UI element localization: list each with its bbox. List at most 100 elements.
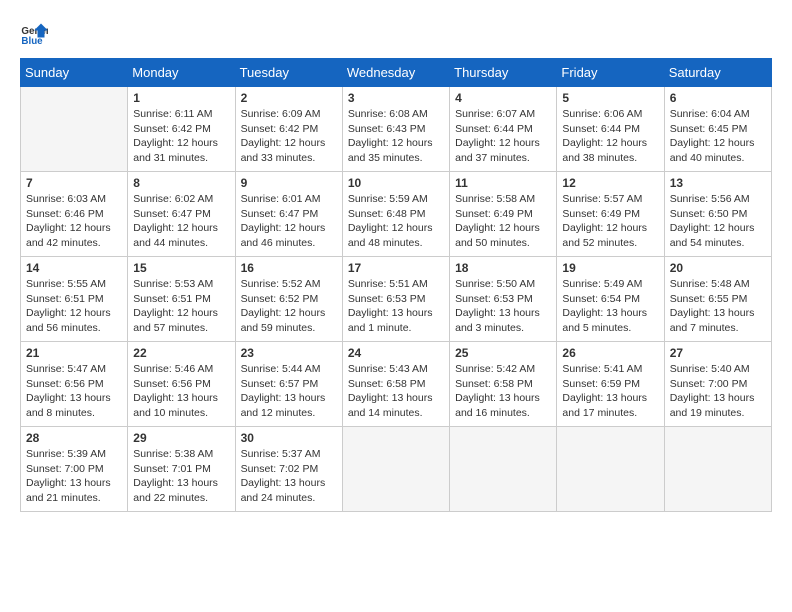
day-info: Sunrise: 6:01 AM Sunset: 6:47 PM Dayligh…: [241, 192, 337, 251]
day-cell: 5Sunrise: 6:06 AM Sunset: 6:44 PM Daylig…: [557, 87, 664, 172]
day-cell: [21, 87, 128, 172]
day-info: Sunrise: 5:59 AM Sunset: 6:48 PM Dayligh…: [348, 192, 444, 251]
day-cell: [450, 427, 557, 512]
day-cell: [342, 427, 449, 512]
weekday-friday: Friday: [557, 59, 664, 87]
logo-icon: General Blue: [20, 20, 48, 48]
day-cell: 13 Sunrise: 5:56 AM Sunset: 6:50 PM Dayli…: [664, 172, 771, 257]
day-info: Sunrise: 5:39 AM Sunset: 7:00 PM Dayligh…: [26, 447, 122, 506]
day-info: Sunrise: 5:43 AM Sunset: 6:58 PM Dayligh…: [348, 362, 444, 421]
day-number: 27: [670, 346, 766, 360]
day-info: Sunrise: 6:09 AM Sunset: 6:42 PM Dayligh…: [241, 107, 337, 166]
day-info: Sunrise: 5:50 AM Sunset: 6:53 PM Dayligh…: [455, 277, 551, 336]
day-cell: 15Sunrise: 5:53 AM Sunset: 6:51 PM Dayli…: [128, 257, 235, 342]
day-number: 11: [455, 176, 551, 190]
day-info: Sunrise: 5:38 AM Sunset: 7:01 PM Dayligh…: [133, 447, 229, 506]
day-number: 19: [562, 261, 658, 275]
day-info: Sunrise: 5:46 AM Sunset: 6:56 PM Dayligh…: [133, 362, 229, 421]
day-info: Sunrise: 6:11 AM Sunset: 6:42 PM Dayligh…: [133, 107, 229, 166]
day-cell: 24 Sunrise: 5:43 AM Sunset: 6:58 PM Dayli…: [342, 342, 449, 427]
day-info: Sunrise: 5:40 AM Sunset: 7:00 PM Dayligh…: [670, 362, 766, 421]
day-number: 5: [562, 91, 658, 105]
day-number: 28: [26, 431, 122, 445]
day-number: 24: [348, 346, 444, 360]
day-cell: 23Sunrise: 5:44 AM Sunset: 6:57 PM Dayli…: [235, 342, 342, 427]
day-number: 21: [26, 346, 122, 360]
weekday-sunday: Sunday: [21, 59, 128, 87]
day-cell: 11 Sunrise: 5:58 AM Sunset: 6:49 PM Dayli…: [450, 172, 557, 257]
day-info: Sunrise: 5:53 AM Sunset: 6:51 PM Dayligh…: [133, 277, 229, 336]
day-info: Sunrise: 5:37 AM Sunset: 7:02 PM Dayligh…: [241, 447, 337, 506]
day-cell: 7Sunrise: 6:03 AM Sunset: 6:46 PM Daylig…: [21, 172, 128, 257]
weekday-header-row: SundayMondayTuesdayWednesdayThursdayFrid…: [21, 59, 772, 87]
day-cell: 3 Sunrise: 6:08 AM Sunset: 6:43 PM Daylig…: [342, 87, 449, 172]
day-info: Sunrise: 5:49 AM Sunset: 6:54 PM Dayligh…: [562, 277, 658, 336]
week-row-1: 1 Sunrise: 6:11 AM Sunset: 6:42 PM Daylig…: [21, 87, 772, 172]
day-number: 29: [133, 431, 229, 445]
day-number: 4: [455, 91, 551, 105]
day-info: Sunrise: 6:03 AM Sunset: 6:46 PM Dayligh…: [26, 192, 122, 251]
day-number: 13: [670, 176, 766, 190]
day-cell: 29 Sunrise: 5:38 AM Sunset: 7:01 PM Dayli…: [128, 427, 235, 512]
day-info: Sunrise: 5:41 AM Sunset: 6:59 PM Dayligh…: [562, 362, 658, 421]
day-number: 8: [133, 176, 229, 190]
day-cell: 25 Sunrise: 5:42 AM Sunset: 6:58 PM Dayli…: [450, 342, 557, 427]
day-info: Sunrise: 6:07 AM Sunset: 6:44 PM Dayligh…: [455, 107, 551, 166]
day-cell: [664, 427, 771, 512]
day-number: 17: [348, 261, 444, 275]
day-info: Sunrise: 5:42 AM Sunset: 6:58 PM Dayligh…: [455, 362, 551, 421]
day-cell: 8 Sunrise: 6:02 AM Sunset: 6:47 PM Daylig…: [128, 172, 235, 257]
day-info: Sunrise: 5:52 AM Sunset: 6:52 PM Dayligh…: [241, 277, 337, 336]
day-cell: 10 Sunrise: 5:59 AM Sunset: 6:48 PM Dayli…: [342, 172, 449, 257]
day-cell: 21 Sunrise: 5:47 AM Sunset: 6:56 PM Dayli…: [21, 342, 128, 427]
day-cell: 26 Sunrise: 5:41 AM Sunset: 6:59 PM Dayli…: [557, 342, 664, 427]
day-info: Sunrise: 6:08 AM Sunset: 6:43 PM Dayligh…: [348, 107, 444, 166]
day-info: Sunrise: 5:51 AM Sunset: 6:53 PM Dayligh…: [348, 277, 444, 336]
day-info: Sunrise: 5:56 AM Sunset: 6:50 PM Dayligh…: [670, 192, 766, 251]
day-info: Sunrise: 5:44 AM Sunset: 6:57 PM Dayligh…: [241, 362, 337, 421]
day-cell: 2 Sunrise: 6:09 AM Sunset: 6:42 PM Daylig…: [235, 87, 342, 172]
day-number: 9: [241, 176, 337, 190]
calendar: SundayMondayTuesdayWednesdayThursdayFrid…: [20, 58, 772, 512]
day-number: 10: [348, 176, 444, 190]
day-cell: [557, 427, 664, 512]
day-cell: 19 Sunrise: 5:49 AM Sunset: 6:54 PM Dayli…: [557, 257, 664, 342]
weekday-monday: Monday: [128, 59, 235, 87]
weekday-tuesday: Tuesday: [235, 59, 342, 87]
day-number: 3: [348, 91, 444, 105]
day-number: 25: [455, 346, 551, 360]
day-cell: 20 Sunrise: 5:48 AM Sunset: 6:55 PM Dayli…: [664, 257, 771, 342]
day-number: 1: [133, 91, 229, 105]
day-info: Sunrise: 5:47 AM Sunset: 6:56 PM Dayligh…: [26, 362, 122, 421]
day-number: 16: [241, 261, 337, 275]
day-number: 22: [133, 346, 229, 360]
day-info: Sunrise: 5:57 AM Sunset: 6:49 PM Dayligh…: [562, 192, 658, 251]
weekday-thursday: Thursday: [450, 59, 557, 87]
day-cell: 12 Sunrise: 5:57 AM Sunset: 6:49 PM Dayli…: [557, 172, 664, 257]
day-info: Sunrise: 5:48 AM Sunset: 6:55 PM Dayligh…: [670, 277, 766, 336]
day-number: 26: [562, 346, 658, 360]
day-cell: 22 Sunrise: 5:46 AM Sunset: 6:56 PM Dayli…: [128, 342, 235, 427]
day-cell: 14Sunrise: 5:55 AM Sunset: 6:51 PM Dayli…: [21, 257, 128, 342]
day-cell: 9 Sunrise: 6:01 AM Sunset: 6:47 PM Daylig…: [235, 172, 342, 257]
day-cell: 6 Sunrise: 6:04 AM Sunset: 6:45 PM Daylig…: [664, 87, 771, 172]
day-cell: 30 Sunrise: 5:37 AM Sunset: 7:02 PM Dayli…: [235, 427, 342, 512]
day-info: Sunrise: 5:55 AM Sunset: 6:51 PM Dayligh…: [26, 277, 122, 336]
day-number: 6: [670, 91, 766, 105]
day-cell: 4 Sunrise: 6:07 AM Sunset: 6:44 PM Daylig…: [450, 87, 557, 172]
day-cell: 17 Sunrise: 5:51 AM Sunset: 6:53 PM Dayli…: [342, 257, 449, 342]
week-row-2: 7Sunrise: 6:03 AM Sunset: 6:46 PM Daylig…: [21, 172, 772, 257]
day-number: 12: [562, 176, 658, 190]
day-cell: 16 Sunrise: 5:52 AM Sunset: 6:52 PM Dayli…: [235, 257, 342, 342]
logo: General Blue: [20, 20, 52, 48]
day-info: Sunrise: 6:04 AM Sunset: 6:45 PM Dayligh…: [670, 107, 766, 166]
day-number: 30: [241, 431, 337, 445]
day-number: 2: [241, 91, 337, 105]
weekday-wednesday: Wednesday: [342, 59, 449, 87]
day-number: 20: [670, 261, 766, 275]
week-row-4: 21 Sunrise: 5:47 AM Sunset: 6:56 PM Dayli…: [21, 342, 772, 427]
day-info: Sunrise: 5:58 AM Sunset: 6:49 PM Dayligh…: [455, 192, 551, 251]
day-number: 18: [455, 261, 551, 275]
day-info: Sunrise: 6:02 AM Sunset: 6:47 PM Dayligh…: [133, 192, 229, 251]
weekday-saturday: Saturday: [664, 59, 771, 87]
